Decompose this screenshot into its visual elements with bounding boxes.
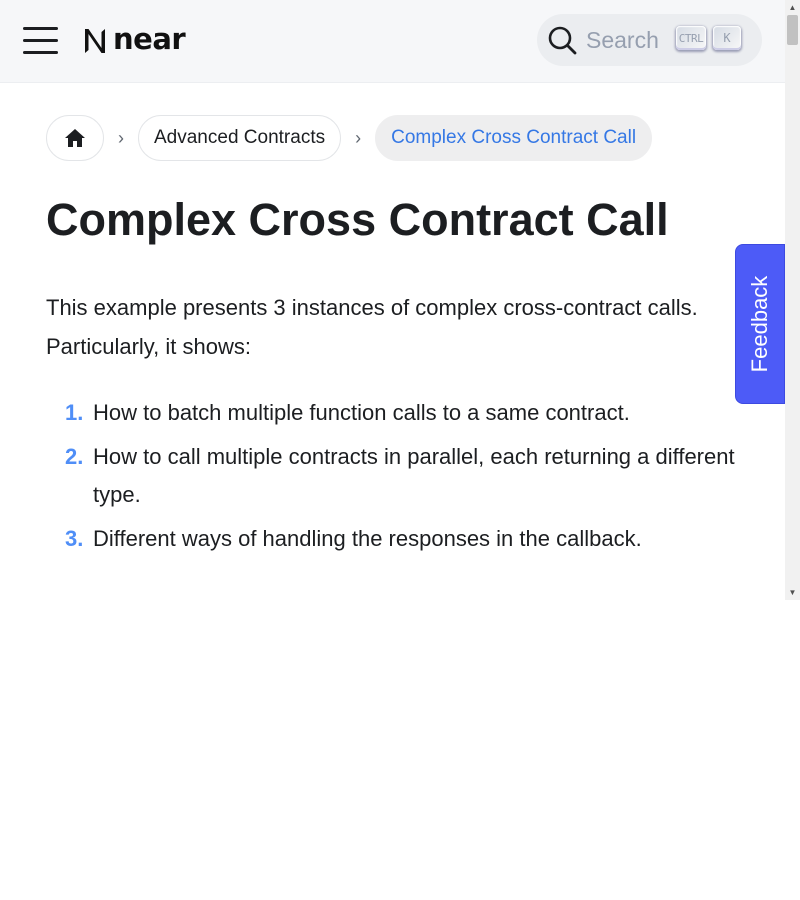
breadcrumb-advanced-contracts[interactable]: Advanced Contracts [138, 115, 342, 161]
hamburger-line [23, 39, 58, 42]
ctrl-key-hint: CTRL [676, 26, 706, 50]
page-title: Complex Cross Contract Call [46, 194, 669, 245]
near-logo-icon [85, 29, 105, 53]
feedback-button[interactable]: Feedback [735, 244, 785, 404]
near-logo-link[interactable]: near [81, 22, 186, 58]
scroll-down-arrow-icon[interactable]: ▼ [785, 585, 800, 600]
intro-paragraph: This example presents 3 instances of com… [46, 295, 698, 359]
navbar: near Search CTRL K [0, 0, 785, 83]
list-number: 1. [65, 400, 84, 425]
scrollbar-thumb[interactable] [787, 15, 798, 45]
vertical-scrollbar[interactable]: ▲ ▼ [785, 0, 800, 600]
chevron-right-icon: › [118, 127, 124, 148]
list-number: 3. [65, 526, 84, 551]
breadcrumb-current-page: Complex Cross Contract Call [375, 115, 653, 161]
search-placeholder: Search [586, 27, 659, 53]
list-item: 2. How to call multiple contracts in par… [46, 438, 736, 514]
chevron-right-icon: › [355, 127, 362, 148]
browser-viewport: near Search CTRL K › Advanced Contracts … [0, 0, 800, 600]
search-button[interactable]: Search CTRL K [537, 14, 762, 66]
feature-list: 1. How to batch multiple function calls … [46, 394, 736, 564]
scroll-up-arrow-icon[interactable]: ▲ [785, 0, 800, 15]
list-item-text: How to call multiple contracts in parall… [93, 444, 735, 507]
hamburger-line [23, 51, 58, 54]
list-item-text: How to batch multiple function calls to … [93, 400, 630, 425]
search-icon [548, 26, 577, 55]
brand-name: near [113, 22, 186, 56]
feedback-label: Feedback [747, 275, 772, 373]
breadcrumb: › Advanced Contracts › Complex Cross Con… [46, 115, 653, 161]
list-number: 2. [65, 444, 84, 469]
hamburger-line [23, 27, 58, 30]
list-item: 1. How to batch multiple function calls … [46, 394, 736, 432]
menu-toggle-button[interactable] [23, 26, 59, 56]
breadcrumb-home[interactable] [46, 115, 104, 161]
list-item-text: Different ways of handling the responses… [93, 526, 642, 551]
list-item: 3. Different ways of handling the respon… [46, 520, 736, 558]
k-key-hint: K [713, 26, 741, 50]
home-icon [65, 129, 85, 147]
